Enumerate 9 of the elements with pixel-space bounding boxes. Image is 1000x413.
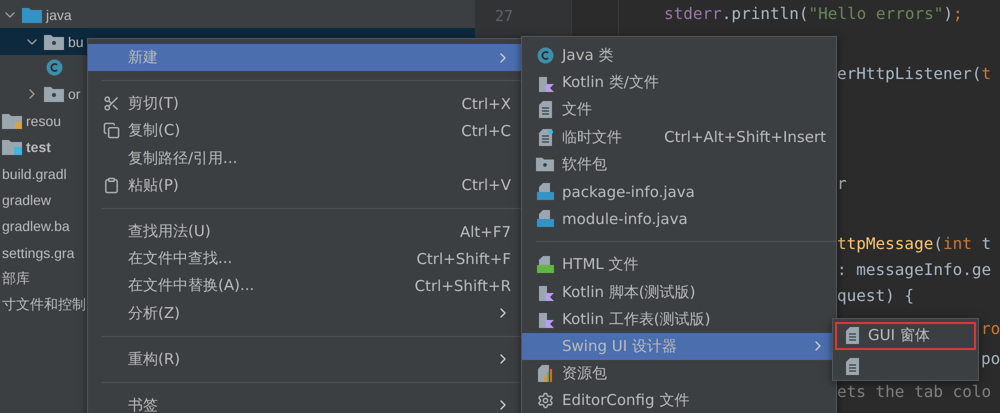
code-line: : messageInfo.ge (837, 260, 992, 279)
code-line: po (981, 349, 1000, 368)
code-line: r (837, 174, 847, 193)
code-line: ttpMessage(int t (837, 234, 992, 253)
code-line: ro (981, 319, 1000, 338)
code-line: erHttpListener(t (837, 64, 992, 83)
code-line: quest) { (837, 286, 914, 305)
code-line: stderr.println("Hello errors"); (664, 4, 963, 23)
code-line: ets the tab colo (837, 382, 992, 401)
